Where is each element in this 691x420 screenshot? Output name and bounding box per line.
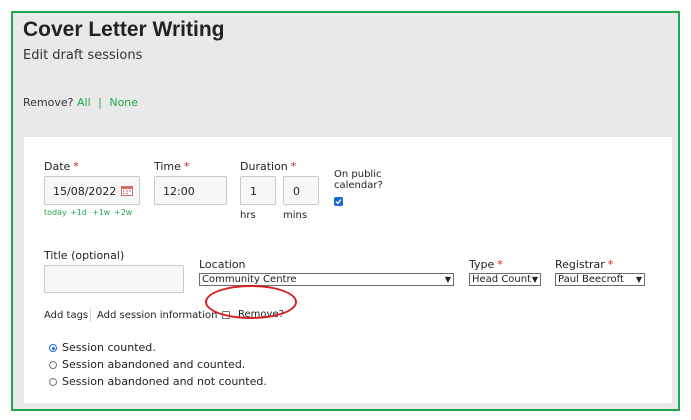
status-radio-counted[interactable] <box>49 344 57 352</box>
duration-minutes-input[interactable]: 0 <box>283 176 319 205</box>
date-shortcut-2w[interactable]: +2w <box>114 208 132 217</box>
title-input[interactable] <box>44 265 184 293</box>
time-value: 12:00 <box>163 185 195 198</box>
remove-all-link[interactable]: All <box>77 96 91 109</box>
registrar-value: Paul Beecroft <box>558 274 624 285</box>
session-card: Date * 15/08/2022 today +1d +1w +2w Time… <box>24 137 672 403</box>
registrar-select[interactable]: Paul Beecroft ▼ <box>555 273 645 286</box>
chevron-down-icon: ▼ <box>635 275 642 284</box>
status-label-abandoned-counted: Session abandoned and counted. <box>62 358 246 371</box>
status-radio-abandoned-counted[interactable] <box>49 361 57 369</box>
remove-none-link[interactable]: None <box>109 96 138 109</box>
location-select[interactable]: Community Centre ▼ <box>199 273 454 286</box>
public-calendar-label: On public calendar? <box>334 169 383 191</box>
status-label-abandoned-not-counted: Session abandoned and not counted. <box>62 375 267 388</box>
registrar-label: Registrar * <box>555 258 614 271</box>
type-value: Head Count <box>472 274 532 285</box>
minutes-unit-label: mins <box>283 210 308 221</box>
time-input[interactable]: 12:00 <box>154 176 227 205</box>
date-shortcut-today[interactable]: today <box>44 208 67 217</box>
remove-session-checkbox[interactable] <box>222 311 230 319</box>
title-label: Title (optional) <box>44 249 125 262</box>
duration-minutes-value: 0 <box>293 185 300 198</box>
remove-separator: | <box>98 96 102 109</box>
add-session-information-link[interactable]: Add session information <box>97 310 217 321</box>
public-calendar-checkbox[interactable] <box>334 197 343 206</box>
date-shortcut-1d[interactable]: +1d <box>70 208 87 217</box>
remove-selector-label: Remove? <box>23 96 74 109</box>
duration-hours-input[interactable]: 1 <box>240 176 276 205</box>
date-value: 15/08/2022 <box>53 185 117 198</box>
duration-label: Duration * <box>240 160 297 173</box>
status-label-counted: Session counted. <box>62 341 156 354</box>
chevron-down-icon: ▼ <box>531 275 538 284</box>
location-value: Community Centre <box>202 274 297 285</box>
page-subtitle: Edit draft sessions <box>23 48 143 63</box>
chevron-down-icon: ▼ <box>444 275 451 284</box>
checkbox-checked-icon <box>335 199 342 205</box>
date-input[interactable]: 15/08/2022 <box>44 176 140 205</box>
add-tags-link[interactable]: Add tags <box>44 310 88 321</box>
type-select[interactable]: Head Count ▼ <box>469 273 541 286</box>
page-title: Cover Letter Writing <box>23 18 225 41</box>
page-frame: Cover Letter Writing Edit draft sessions… <box>11 11 680 411</box>
time-label: Time * <box>154 160 190 173</box>
date-shortcut-1w[interactable]: +1w <box>92 208 110 217</box>
duration-hours-value: 1 <box>250 185 257 198</box>
hours-unit-label: hrs <box>240 210 256 221</box>
calendar-icon[interactable] <box>121 185 133 199</box>
remove-selector: Remove? All | None <box>23 96 138 109</box>
location-label: Location <box>199 258 246 271</box>
remove-session-label: Remove? <box>238 309 284 320</box>
type-label: Type * <box>469 258 503 271</box>
date-label: Date * <box>44 160 79 173</box>
link-divider <box>90 308 91 322</box>
status-radio-abandoned-not-counted[interactable] <box>49 378 57 386</box>
